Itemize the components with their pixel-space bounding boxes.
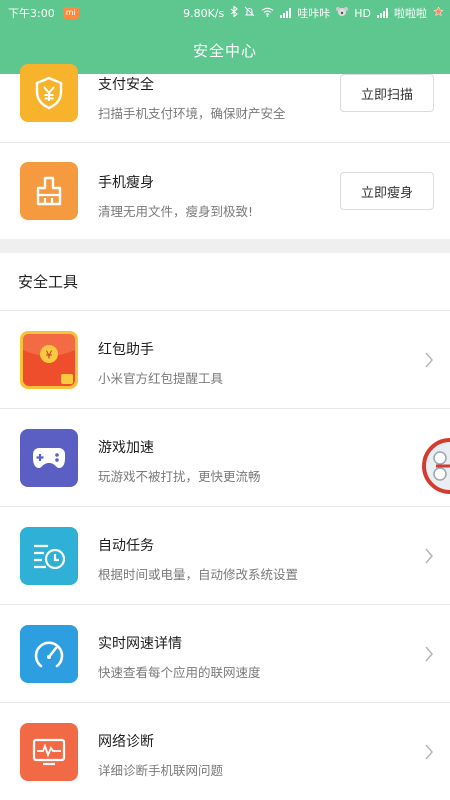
tool-item-network-diagnosis[interactable]: 网络诊断 详细诊断手机联网问题 <box>0 703 450 800</box>
red-envelope-icon: ¥ <box>20 331 78 389</box>
tool-title: 自动任务 <box>98 538 154 554</box>
slim-now-button[interactable]: 立即瘦身 <box>340 172 434 210</box>
tool-title: 实时网速详情 <box>98 636 182 652</box>
bluetooth-icon <box>230 5 239 20</box>
floating-assistant-icon[interactable] <box>418 434 450 498</box>
tool-desc: 小米官方红包提醒工具 <box>98 371 224 386</box>
carrier-name-2: 啦啦啦 <box>394 7 427 20</box>
tool-title: 游戏加速 <box>98 440 154 456</box>
section-separator <box>0 239 450 253</box>
wifi-icon <box>261 7 274 20</box>
carrier-name-1: 哇咔咔 <box>297 7 331 20</box>
payment-security-row[interactable]: 支付安全 扫描手机支付环境，确保财产安全 立即扫描 <box>0 64 450 142</box>
tool-item-game-boost[interactable]: 游戏加速 玩游戏不被打扰，更快更流畅 <box>0 409 450 507</box>
phone-cleanup-desc: 清理无用文件，瘦身到极致! <box>98 204 254 219</box>
chevron-right-icon <box>425 646 433 662</box>
section-title: 安全工具 <box>18 273 79 291</box>
page-title: 安全中心 <box>192 42 257 60</box>
gamepad-icon <box>20 429 78 487</box>
phone-cleanup-row[interactable]: 手机瘦身 清理无用文件，瘦身到极致! 立即瘦身 <box>0 143 450 239</box>
phone-cleanup-title: 手机瘦身 <box>98 175 154 191</box>
tool-desc: 快速查看每个应用的联网速度 <box>98 665 261 680</box>
chevron-right-icon <box>425 548 433 564</box>
network-monitor-icon <box>20 723 78 781</box>
tool-title: 网络诊断 <box>98 734 154 750</box>
status-bar: 下午3:00 mi 9.80K/s 哇咔咔 HD 啦啦啦 <box>0 0 450 24</box>
status-time: 下午3:00 <box>8 7 55 20</box>
svg-text:¥: ¥ <box>46 349 53 362</box>
koala-icon <box>336 6 349 20</box>
tool-desc: 详细诊断手机联网问题 <box>98 763 224 778</box>
star-icon <box>433 6 444 20</box>
app-header: 下午3:00 mi 9.80K/s 哇咔咔 HD 啦啦啦 安全中心 <box>0 0 450 74</box>
tool-item-network-speed[interactable]: 实时网速详情 快速查看每个应用的联网速度 <box>0 605 450 703</box>
chevron-right-icon <box>425 744 433 760</box>
payment-security-desc: 扫描手机支付环境，确保财产安全 <box>98 106 286 121</box>
tool-desc: 玩游戏不被打扰，更快更流畅 <box>98 469 261 484</box>
broom-icon <box>20 162 78 220</box>
scan-now-button[interactable]: 立即扫描 <box>340 74 434 112</box>
network-speed: 9.80K/s <box>183 6 225 20</box>
speedometer-icon <box>20 625 78 683</box>
tool-desc: 根据时间或电量，自动修改系统设置 <box>98 567 299 582</box>
signal-icon-2 <box>377 8 388 18</box>
chevron-right-icon <box>425 352 433 368</box>
mute-icon <box>244 6 255 20</box>
shield-yen-icon <box>20 64 78 122</box>
clock-list-icon <box>20 527 78 585</box>
tool-item-red-envelope[interactable]: ¥ 红包助手 小米官方红包提醒工具 <box>0 311 450 409</box>
signal-icon <box>280 8 292 18</box>
hd-label: HD <box>354 6 371 20</box>
payment-security-title: 支付安全 <box>98 77 154 93</box>
mi-notification-icon: mi <box>62 7 79 19</box>
tool-title: 红包助手 <box>98 342 154 358</box>
tool-item-auto-task[interactable]: 自动任务 根据时间或电量，自动修改系统设置 <box>0 507 450 605</box>
